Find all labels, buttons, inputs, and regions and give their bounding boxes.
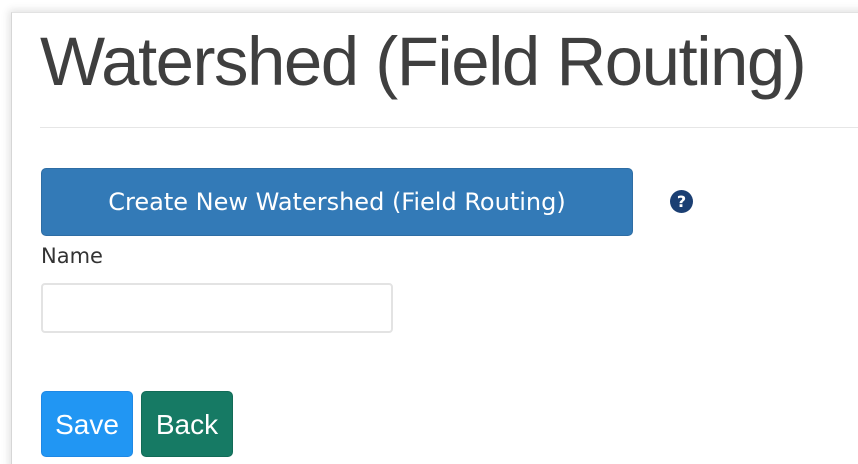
title-divider	[40, 127, 858, 128]
name-input[interactable]	[41, 283, 393, 333]
back-button[interactable]: Back	[141, 391, 233, 457]
question-circle-icon[interactable]: ?	[670, 190, 693, 213]
screen: Watershed (Field Routing) Create New Wat…	[0, 0, 858, 464]
save-button[interactable]: Save	[41, 391, 133, 457]
create-new-watershed-button[interactable]: Create New Watershed (Field Routing)	[41, 168, 633, 236]
page-title: Watershed (Field Routing)	[40, 23, 807, 100]
name-label: Name	[41, 244, 103, 268]
